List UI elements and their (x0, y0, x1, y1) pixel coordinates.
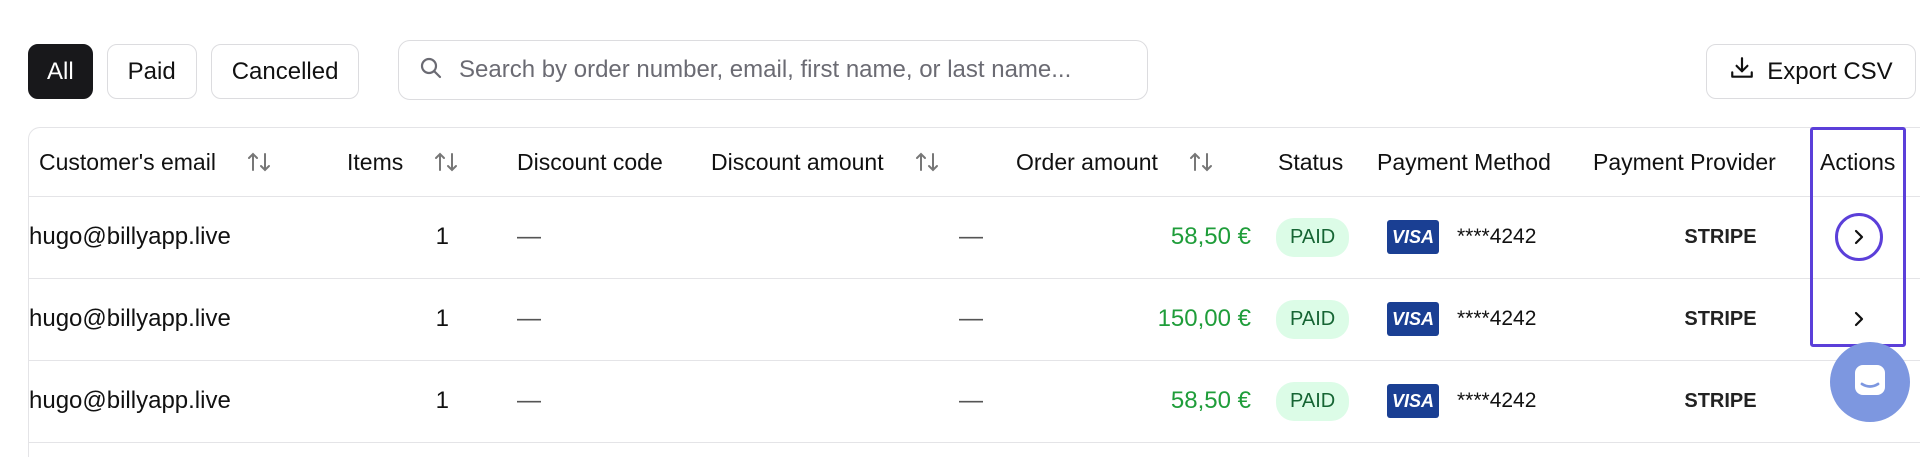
download-icon (1729, 55, 1755, 88)
order-amount-cell: 58,50 € (1170, 223, 1251, 250)
discount-amount-cell: — (959, 305, 983, 332)
email-cell: hugo@billyapp.live (29, 305, 231, 332)
status-badge: PAID (1276, 217, 1350, 257)
payment-provider-cell: STRIPE (1684, 389, 1757, 412)
export-csv-label: Export CSV (1767, 57, 1893, 85)
items-cell: 1 (435, 223, 449, 250)
table-row[interactable]: hugo@billyapp.live 1 — — 58,50 € PAID VI… (29, 360, 1920, 443)
table-row[interactable]: hugo@billyapp.live 1 — — 58,50 € PAID VI… (29, 196, 1920, 279)
status-filter-group: All Paid Cancelled (28, 44, 360, 99)
filter-paid-button[interactable]: Paid (106, 44, 197, 99)
visa-card-icon: VISA (1387, 302, 1439, 336)
status-badge: PAID (1276, 299, 1350, 339)
order-amount-cell: 150,00 € (1157, 305, 1251, 332)
discount-code-cell: — (517, 387, 541, 414)
actions-column-highlight (1810, 127, 1906, 347)
card-number: ****4242 (1457, 307, 1537, 330)
chat-launcher-button[interactable] (1830, 342, 1910, 422)
header-order-amount[interactable]: Order amount (1016, 128, 1214, 196)
orders-table: Customer's email Items Discount code Dis… (28, 127, 1920, 457)
filter-cancelled-button[interactable]: Cancelled (210, 44, 360, 99)
status-cell: PAID (1276, 196, 1350, 278)
search-input[interactable] (457, 55, 1101, 85)
header-status: Status (1278, 148, 1344, 175)
discount-code-cell: — (517, 305, 541, 332)
header-payment-method: Payment Method (1377, 148, 1551, 175)
sort-icon[interactable] (433, 150, 459, 174)
discount-amount-cell: — (959, 223, 983, 250)
email-cell: hugo@billyapp.live (29, 223, 231, 250)
order-amount-cell: 58,50 € (1170, 387, 1251, 414)
payment-method-cell: VISA ****4242 (1387, 360, 1536, 442)
sort-icon[interactable] (246, 150, 272, 174)
items-cell: 1 (435, 387, 449, 414)
sort-icon[interactable] (914, 150, 940, 174)
status-cell: PAID (1276, 278, 1350, 360)
header-items[interactable]: Items (347, 128, 459, 196)
header-discount-code: Discount code (517, 148, 663, 175)
payment-method-cell: VISA ****4242 (1387, 196, 1536, 278)
search-icon (419, 56, 443, 85)
status-badge: PAID (1276, 381, 1350, 421)
search-box (398, 40, 1148, 100)
table-header-row: Customer's email Items Discount code Dis… (29, 128, 1920, 197)
export-csv-button[interactable]: Export CSV (1706, 44, 1916, 99)
visa-card-icon: VISA (1387, 220, 1439, 254)
status-cell: PAID (1276, 360, 1350, 442)
card-number: ****4242 (1457, 225, 1537, 248)
email-cell: hugo@billyapp.live (29, 387, 231, 414)
discount-amount-cell: — (959, 387, 983, 414)
sort-icon[interactable] (1188, 150, 1214, 174)
header-discount-amount[interactable]: Discount amount (711, 128, 940, 196)
items-cell: 1 (435, 305, 449, 332)
card-number: ****4242 (1457, 389, 1537, 412)
chat-bubble-icon (1850, 360, 1890, 405)
payment-method-cell: VISA ****4242 (1387, 278, 1536, 360)
header-payment-provider: Payment Provider (1593, 148, 1776, 175)
table-row[interactable]: hugo@billyapp.live 1 — — 150,00 € PAID V… (29, 278, 1920, 361)
discount-code-cell: — (517, 223, 541, 250)
header-email[interactable]: Customer's email (39, 128, 272, 196)
filter-all-button[interactable]: All (28, 44, 93, 99)
visa-card-icon: VISA (1387, 384, 1439, 418)
